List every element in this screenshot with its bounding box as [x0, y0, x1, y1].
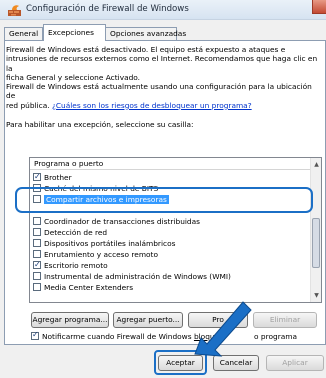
list-item-wmi[interactable]: Instrumental de administración de Window…	[33, 271, 307, 282]
instruction-text: Para habilitar una excepción, seleccione…	[6, 120, 194, 129]
notify-checkbox-row[interactable]: Notificarme cuando Firewall de Windows b…	[31, 330, 297, 342]
notify-checkbox[interactable]	[31, 330, 39, 340]
warning-line: Firewall de Windows está desactivado. El…	[6, 45, 286, 54]
warning-line: intrusiones de recursos externos como el…	[6, 54, 318, 73]
notify-label-end: o programa	[254, 332, 297, 341]
title-bar[interactable]: Configuración de Firewall de Windows	[0, 0, 326, 20]
tab-general[interactable]: General	[4, 27, 43, 40]
scroll-thumb[interactable]	[312, 218, 320, 268]
list-item-routing-remote-access[interactable]: Enrutamiento y acceso remoto	[33, 249, 307, 260]
tab-label: Excepciones	[48, 28, 94, 37]
firewall-app-icon	[8, 5, 21, 16]
list-item-remote-desktop[interactable]: Escritorio remoto	[33, 259, 307, 271]
highlight-callout-ring	[15, 187, 313, 213]
pointer-arrow-icon	[194, 301, 252, 357]
list-item-label: Media Center Extenders	[44, 283, 134, 292]
exceptions-list[interactable]: Programa o puerto ▲ ▼ Brother Caché del …	[29, 157, 322, 303]
info-line: Firewall de Windows está actualmente usa…	[6, 82, 312, 101]
firewall-off-warning: Firewall de Windows está desactivado. El…	[6, 45, 320, 83]
list-item-label: Brother	[44, 173, 72, 182]
close-button[interactable]	[312, 0, 326, 14]
list-item-label: Instrumental de administración de Window…	[44, 272, 231, 281]
list-item-distributed-transactions[interactable]: Coordinador de transacciones distribuida…	[33, 216, 307, 227]
checkbox[interactable]	[33, 272, 41, 280]
checkbox[interactable]	[33, 259, 41, 270]
list-item-label: Detección de red	[44, 228, 108, 237]
tab-label: General	[9, 29, 39, 38]
list-item-label: Dispositivos portátiles inalámbricos	[44, 239, 176, 248]
list-header: Programa o puerto	[30, 158, 310, 170]
scroll-up-arrow-icon[interactable]: ▲	[312, 160, 321, 169]
delete-button[interactable]: Eliminar	[253, 312, 317, 328]
list-item-media-center-extenders[interactable]: Media Center Extenders	[33, 282, 307, 293]
list-item-wireless-devices[interactable]: Dispositivos portátiles inalámbricos	[33, 238, 307, 249]
tab-advanced-options[interactable]: Opciones avanzadas	[105, 27, 186, 40]
list-item-brother[interactable]: Brother	[33, 171, 307, 183]
risks-help-link[interactable]: ¿Cuáles son los riesgos de desbloquear u…	[52, 101, 252, 110]
scroll-down-arrow-icon[interactable]: ▼	[312, 291, 321, 300]
notify-label: Notificarme cuando Firewall de Windows	[42, 332, 192, 341]
add-port-button[interactable]: Agregar puerto...	[113, 312, 183, 328]
checkbox[interactable]	[33, 239, 41, 247]
list-scrollbar[interactable]: ▲ ▼	[310, 158, 321, 302]
checkbox[interactable]	[33, 228, 41, 236]
checkbox[interactable]	[33, 171, 41, 182]
info-line: red pública.	[6, 100, 50, 110]
list-item-network-discovery[interactable]: Detección de red	[33, 227, 307, 238]
tab-exceptions[interactable]: Excepciones	[43, 24, 106, 41]
checkbox[interactable]	[33, 283, 41, 291]
network-location-info: Firewall de Windows está actualmente usa…	[6, 82, 320, 110]
tab-label: Opciones avanzadas	[110, 29, 187, 38]
window-title: Configuración de Firewall de Windows	[26, 4, 189, 14]
checkbox[interactable]	[33, 217, 41, 225]
list-item-label: Enrutamiento y acceso remoto	[44, 250, 158, 259]
list-item-label: Escritorio remoto	[44, 261, 108, 270]
checkbox[interactable]	[33, 250, 41, 258]
apply-button[interactable]: Aplicar	[266, 355, 324, 371]
list-item-label: Coordinador de transacciones distribuida…	[44, 217, 201, 226]
add-program-button[interactable]: Agregar programa...	[31, 312, 109, 328]
